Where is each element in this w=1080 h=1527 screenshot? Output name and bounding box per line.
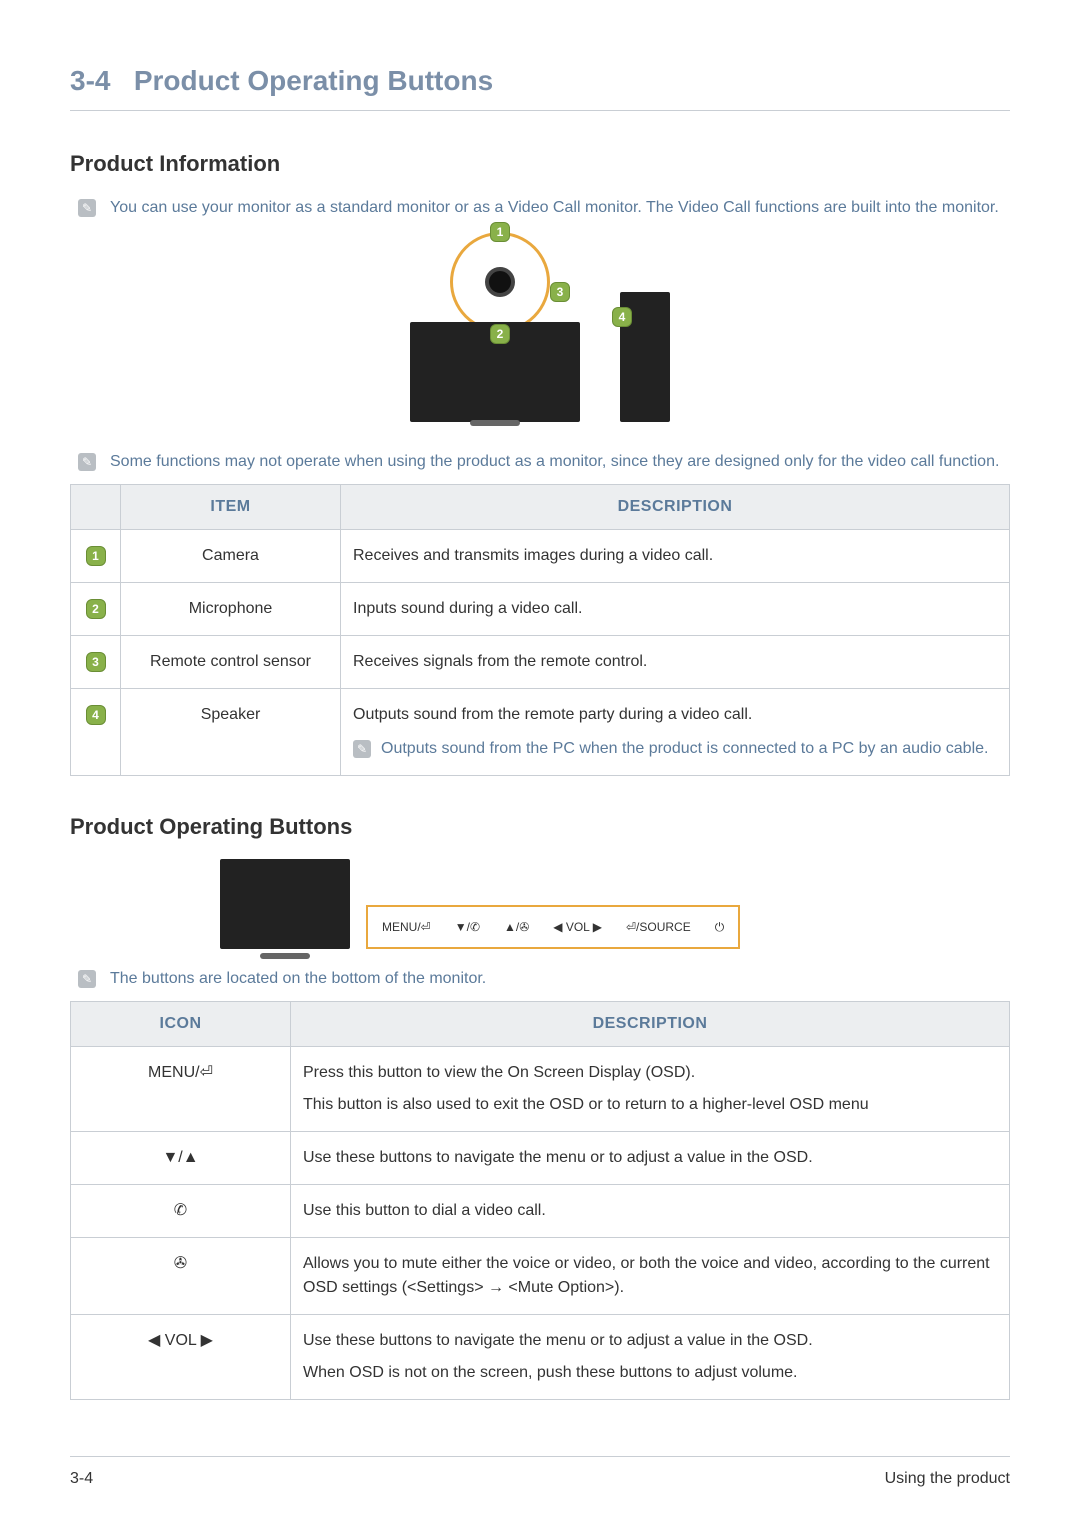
description-cell: Receives signals from the remote control… <box>341 636 1010 689</box>
page-footer: 3-4 Using the product <box>70 1456 1010 1491</box>
note-text: Some functions may not operate when usin… <box>110 450 999 474</box>
item-cell: Microphone <box>121 583 341 636</box>
callout-badge-2: 2 <box>490 324 510 344</box>
monitor-front-icon <box>220 859 350 949</box>
section-heading-product-info: Product Information <box>70 147 1010 180</box>
row-badge: 1 <box>86 546 106 566</box>
product-diagram: 1 2 3 4 <box>70 232 1010 432</box>
table-header-blank <box>71 485 121 530</box>
table-row: ▼/▲ Use these buttons to navigate the me… <box>71 1132 1010 1185</box>
button-panel: MENU/⏎ ▼/✆ ▲/✇ ◀ VOL ▶ ⏎/SOURCE ⏻ <box>366 905 740 949</box>
table-header-icon: ICON <box>71 1002 291 1047</box>
footer-right: Using the product <box>885 1467 1010 1491</box>
panel-label-down-call: ▼/✆ <box>455 918 480 936</box>
panel-label-source: ⏎/SOURCE <box>626 918 691 936</box>
panel-label-vol: ◀ VOL ▶ <box>553 918 602 936</box>
description-cell: Use this button to dial a video call. <box>291 1185 1010 1238</box>
table-header-description: DESCRIPTION <box>341 485 1010 530</box>
note-icon: ✎ <box>78 453 96 471</box>
footer-left: 3-4 <box>70 1467 93 1491</box>
icon-cell: ▼/▲ <box>71 1132 291 1185</box>
table-row: ✆ Use this button to dial a video call. <box>71 1185 1010 1238</box>
table-row: ◀ VOL ▶ Use these buttons to navigate th… <box>71 1315 1010 1400</box>
note-text: The buttons are located on the bottom of… <box>110 967 486 991</box>
page-title: 3-4 Product Operating Buttons <box>70 60 1010 111</box>
description-cell: Use these buttons to navigate the menu o… <box>291 1315 1010 1400</box>
page-title-text: Product Operating Buttons <box>134 65 493 96</box>
diagram-zoom-circle <box>450 232 550 332</box>
section-heading-operating-buttons: Product Operating Buttons <box>70 810 1010 843</box>
table-row: ✇ Allows you to mute either the voice or… <box>71 1238 1010 1315</box>
note-icon: ✎ <box>78 199 96 217</box>
item-cell: Remote control sensor <box>121 636 341 689</box>
description-line: When OSD is not on the screen, push thes… <box>303 1361 997 1385</box>
item-cell: Speaker <box>121 689 341 776</box>
note-row: ✎ Some functions may not operate when us… <box>70 450 1010 474</box>
row-badge: 4 <box>86 705 106 725</box>
description-line: Press this button to view the On Screen … <box>303 1061 997 1085</box>
icon-cell: ✇ <box>71 1238 291 1315</box>
note-icon: ✎ <box>353 740 371 758</box>
callout-badge-4: 4 <box>612 307 632 327</box>
description-line: This button is also used to exit the OSD… <box>303 1093 997 1117</box>
row-badge: 2 <box>86 599 106 619</box>
operating-buttons-table: ICON DESCRIPTION MENU/⏎ Press this butto… <box>70 1001 1010 1400</box>
table-header-description: DESCRIPTION <box>291 1002 1010 1047</box>
description-cell: Press this button to view the On Screen … <box>291 1047 1010 1132</box>
note-text: Outputs sound from the PC when the produ… <box>381 737 988 761</box>
table-row: MENU/⏎ Press this button to view the On … <box>71 1047 1010 1132</box>
note-icon: ✎ <box>78 970 96 988</box>
description-cell: Inputs sound during a video call. <box>341 583 1010 636</box>
product-info-table: ITEM DESCRIPTION 1 Camera Receives and t… <box>70 484 1010 776</box>
section-number: 3-4 <box>70 65 110 96</box>
table-row: 3 Remote control sensor Receives signals… <box>71 636 1010 689</box>
description-text: Outputs sound from the remote party duri… <box>353 706 752 723</box>
icon-cell: MENU/⏎ <box>71 1047 291 1132</box>
item-cell: Camera <box>121 530 341 583</box>
description-cell: Outputs sound from the remote party duri… <box>341 689 1010 776</box>
description-cell: Allows you to mute either the voice or v… <box>291 1238 1010 1315</box>
icon-cell: ◀ VOL ▶ <box>71 1315 291 1400</box>
callout-badge-1: 1 <box>490 222 510 242</box>
description-line: Use these buttons to navigate the menu o… <box>303 1329 997 1353</box>
power-icon: ⏻ <box>715 918 725 936</box>
description-cell: Receives and transmits images during a v… <box>341 530 1010 583</box>
monitor-stand-icon <box>470 420 520 426</box>
table-row: 1 Camera Receives and transmits images d… <box>71 530 1010 583</box>
row-badge: 3 <box>86 652 106 672</box>
table-header-item: ITEM <box>121 485 341 530</box>
table-row: 2 Microphone Inputs sound during a video… <box>71 583 1010 636</box>
buttons-diagram: MENU/⏎ ▼/✆ ▲/✇ ◀ VOL ▶ ⏎/SOURCE ⏻ <box>220 859 1010 949</box>
icon-cell: ✆ <box>71 1185 291 1238</box>
table-row: 4 Speaker Outputs sound from the remote … <box>71 689 1010 776</box>
camera-icon <box>485 267 515 297</box>
note-text: You can use your monitor as a standard m… <box>110 196 999 220</box>
panel-label-up-mute: ▲/✇ <box>504 918 529 936</box>
callout-badge-3: 3 <box>550 282 570 302</box>
note-row: ✎ You can use your monitor as a standard… <box>70 196 1010 220</box>
panel-label-menu: MENU/⏎ <box>382 918 431 936</box>
note-row: ✎ The buttons are located on the bottom … <box>70 967 1010 991</box>
description-cell: Use these buttons to navigate the menu o… <box>291 1132 1010 1185</box>
